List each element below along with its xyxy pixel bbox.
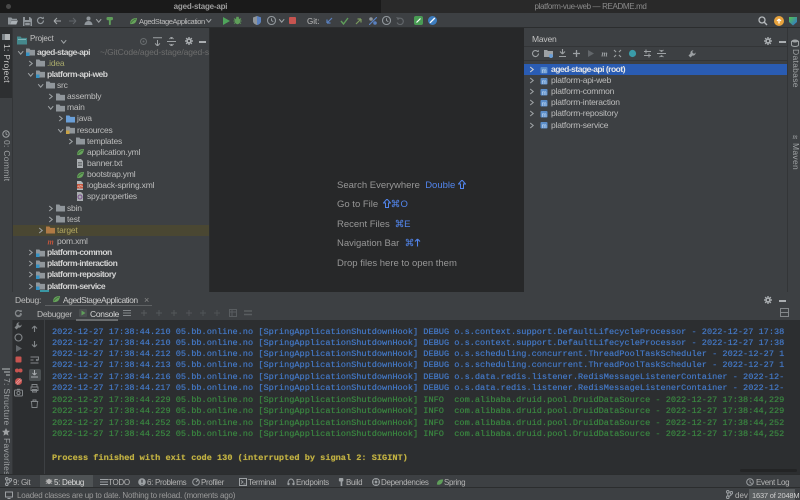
svg-text:m: m: [542, 68, 547, 73]
svg-text:</>: </>: [77, 184, 83, 189]
svg-text:m: m: [601, 50, 607, 59]
svg-text:m: m: [542, 90, 547, 95]
svg-text:m: m: [47, 237, 53, 246]
svg-text:m: m: [542, 79, 547, 84]
svg-text:m: m: [792, 133, 797, 140]
svg-text:m: m: [542, 124, 547, 129]
svg-text:m: m: [542, 102, 547, 107]
svg-text:m: m: [542, 113, 547, 118]
